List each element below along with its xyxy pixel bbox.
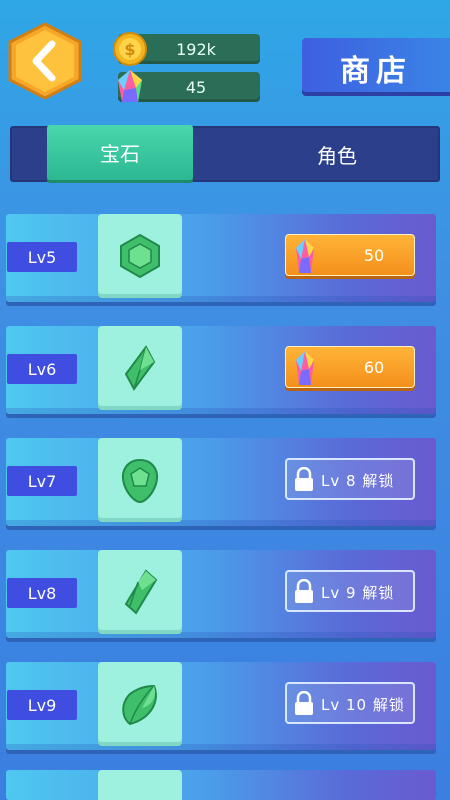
- price-label: 50: [363, 246, 385, 265]
- round-cut-gem-icon: [122, 458, 158, 504]
- faceted-leaf-gem-icon: [122, 684, 157, 726]
- list-item: Lv8 Lv 9 解锁: [0, 548, 438, 638]
- unlock-requirement-label: Lv 9 解锁: [321, 584, 395, 602]
- tab-characters-label: 角色: [317, 143, 357, 168]
- lock-icon: [295, 579, 313, 603]
- level-label: Lv9: [27, 695, 57, 715]
- list-item: Lv7 Lv 8 解锁: [0, 436, 438, 526]
- level-label: Lv7: [27, 471, 57, 491]
- coin-icon: $: [113, 32, 147, 66]
- buy-button[interactable]: 50: [285, 234, 415, 276]
- locked-unlock-badge: Lv 8 解锁: [285, 458, 415, 500]
- next-list-item-partial: [0, 768, 450, 800]
- gem-slot[interactable]: [98, 662, 182, 746]
- rainbow-crystal-icon: [296, 239, 314, 273]
- tab-characters[interactable]: 角色: [242, 128, 432, 180]
- level-tag: Lv6: [7, 354, 77, 384]
- gem-slot[interactable]: [98, 550, 182, 634]
- level-label: Lv5: [27, 247, 57, 267]
- coin-counter: $ 192k: [113, 32, 260, 66]
- category-tabs: 宝石 角色: [10, 125, 440, 182]
- level-tag: Lv5: [7, 242, 77, 272]
- price-label: 60: [363, 358, 385, 377]
- level-tag: Lv8: [7, 578, 77, 608]
- elongated-crystal-gem-icon: [124, 569, 158, 615]
- top-bar: $ 192k 45 商店: [0, 0, 450, 118]
- list-item: Lv6 60: [0, 324, 438, 414]
- gem-counter: 45: [118, 70, 260, 102]
- locked-unlock-badge: Lv 10 解锁: [285, 682, 415, 724]
- level-label: Lv8: [27, 583, 57, 603]
- back-arrow-icon: [8, 22, 82, 100]
- gem-slot[interactable]: [98, 438, 182, 522]
- hexagon-gem-icon: [120, 233, 160, 279]
- page-title: 商店: [340, 54, 412, 89]
- unlock-requirement-label: Lv 8 解锁: [321, 472, 395, 490]
- coin-amount: 192k: [176, 39, 216, 59]
- gem-slot[interactable]: [98, 326, 182, 410]
- row-background: [6, 770, 436, 800]
- tab-gems-label: 宝石: [100, 142, 140, 166]
- lock-icon: [295, 467, 313, 491]
- gem-amount: 45: [185, 77, 207, 97]
- rainbow-crystal-icon: [118, 70, 142, 102]
- level-label: Lv6: [27, 359, 57, 379]
- unlock-requirement-label: Lv 10 解锁: [321, 696, 405, 714]
- rainbow-crystal-icon: [296, 351, 314, 385]
- gem-slot[interactable]: [98, 770, 182, 800]
- diamond-shard-gem-icon: [124, 345, 156, 391]
- gem-slot[interactable]: [98, 214, 182, 298]
- back-button[interactable]: [8, 22, 82, 100]
- level-tag: Lv9: [7, 690, 77, 720]
- list-item: Lv5 50: [0, 212, 438, 302]
- list-item: Lv9 Lv 10 解锁: [0, 660, 438, 750]
- svg-text:$: $: [124, 40, 135, 59]
- lock-icon: [295, 691, 313, 715]
- tab-gems[interactable]: 宝石: [47, 125, 193, 180]
- level-tag: Lv7: [7, 466, 77, 496]
- locked-unlock-badge: Lv 9 解锁: [285, 570, 415, 612]
- buy-button[interactable]: 60: [285, 346, 415, 388]
- shop-title-banner: 商店: [302, 38, 450, 92]
